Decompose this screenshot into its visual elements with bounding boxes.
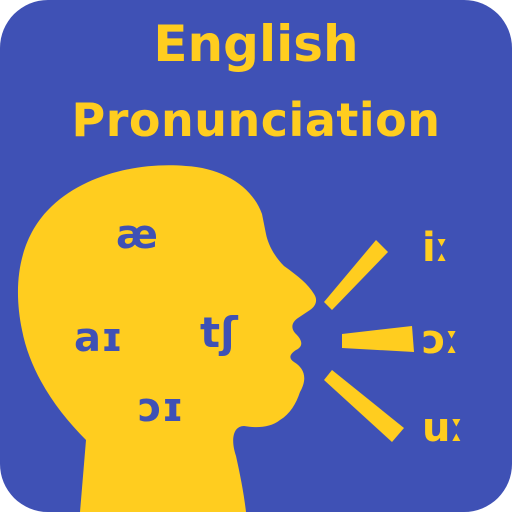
phoneme-head-1: æ bbox=[116, 212, 158, 258]
phoneme-voice-3: uː bbox=[422, 405, 464, 451]
phoneme-head-3: tʃ bbox=[200, 308, 238, 357]
title-line-1: English bbox=[153, 15, 359, 73]
phoneme-head-2: aɪ bbox=[74, 315, 123, 361]
app-icon-tile: English Pronunciation æ aɪ tʃ ɔɪ iː ɔː u… bbox=[0, 0, 512, 512]
title-line-2: Pronunciation bbox=[71, 93, 441, 147]
phoneme-voice-1: iː bbox=[422, 225, 450, 271]
phoneme-voice-2: ɔː bbox=[422, 317, 460, 363]
phoneme-head-4: ɔɪ bbox=[138, 385, 184, 431]
